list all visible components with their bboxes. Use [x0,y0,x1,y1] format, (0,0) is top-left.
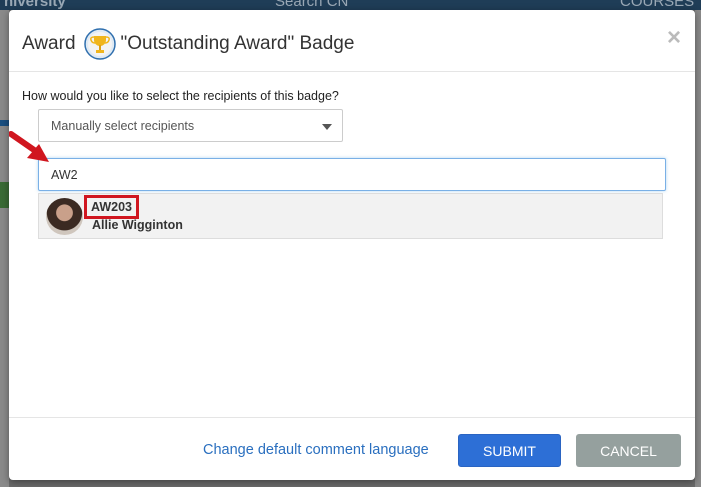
modal-title-prefix: Award [22,33,76,54]
red-arrow-annotation-icon [9,131,49,162]
trophy-badge-icon [83,28,116,60]
avatar [46,198,83,235]
modal-footer: Change default comment language SUBMIT C… [9,417,695,480]
cancel-button[interactable]: CANCEL [576,434,681,467]
recipient-question-label: How would you like to select the recipie… [22,89,339,103]
recipient-mode-select[interactable]: Manually select recipients [38,109,343,142]
modal-title-badge-name: "Outstanding Award" Badge [120,33,355,54]
background-green-mark [0,182,9,208]
background-blue-mark [0,120,9,126]
change-language-link[interactable]: Change default comment language [203,442,429,458]
submit-button[interactable]: SUBMIT [458,434,561,467]
modal-header: Award "Outstanding Award" Badge × [9,10,695,72]
background-right-strip [695,10,701,487]
background-topbar: niversity Search CN COURSES [0,0,701,10]
modal-title: Award "Outstanding Award" Badge [22,28,354,60]
recipient-mode-value: Manually select recipients [51,119,195,133]
chevron-down-icon [322,124,332,130]
suggestion-name: Allie Wigginton [92,218,183,232]
recipient-suggestion-item[interactable]: AW203 Allie Wigginton [38,193,663,239]
recipient-search-input[interactable] [38,158,666,191]
background-brand: niversity [4,0,66,10]
background-courses: COURSES [620,0,695,10]
award-badge-modal: Award "Outstanding Award" Badge × How wo… [9,10,695,480]
background-search: Search CN [275,0,349,10]
background-left-strip [0,10,9,487]
close-icon[interactable]: × [667,24,681,52]
suggestion-code: AW203 [84,195,139,219]
